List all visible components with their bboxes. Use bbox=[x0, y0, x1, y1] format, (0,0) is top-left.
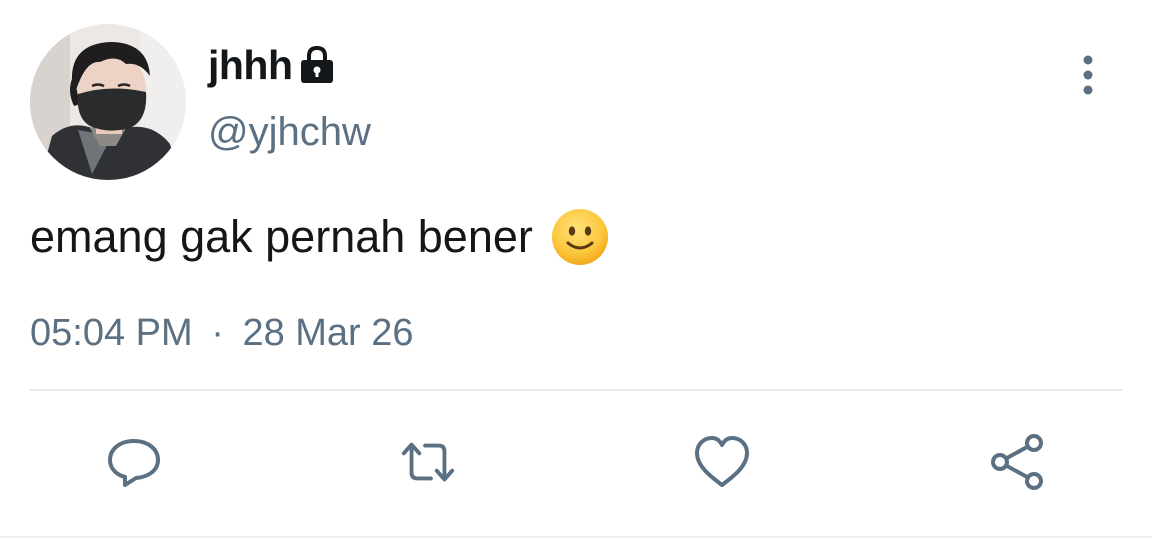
more-vertical-icon bbox=[1083, 55, 1093, 95]
heart-icon bbox=[695, 436, 749, 487]
tweet-time: 05:04 PM bbox=[30, 312, 193, 354]
tweet-date: 28 Mar 26 bbox=[242, 312, 414, 354]
divider bbox=[30, 389, 1122, 391]
slightly-smiling-face-icon bbox=[551, 208, 609, 266]
retweet-button[interactable] bbox=[398, 432, 458, 492]
avatar-photo bbox=[30, 24, 186, 180]
share-icon bbox=[991, 434, 1043, 490]
user-handle[interactable]: @yjhchw bbox=[208, 110, 371, 155]
tweet-timestamp[interactable]: 05:04 PM · 28 Mar 26 bbox=[30, 312, 414, 355]
bottom-divider bbox=[0, 536, 1152, 538]
tweet-card: jhhh @yjhchw emang gak pernah bener 05:0… bbox=[0, 0, 1152, 555]
reply-icon bbox=[108, 439, 160, 487]
more-options-button[interactable] bbox=[1068, 52, 1108, 98]
lock-icon bbox=[299, 45, 335, 85]
tweet-text: emang gak pernah bener bbox=[30, 208, 609, 266]
display-name-row: jhhh bbox=[208, 40, 335, 90]
share-button[interactable] bbox=[988, 432, 1048, 492]
meta-separator: · bbox=[211, 312, 224, 354]
avatar[interactable] bbox=[30, 24, 186, 180]
reply-button[interactable] bbox=[104, 432, 164, 492]
like-button[interactable] bbox=[692, 432, 752, 492]
tweet-text-body: emang gak pernah bener bbox=[30, 211, 533, 262]
retweet-icon bbox=[401, 442, 455, 482]
display-name[interactable]: jhhh bbox=[208, 42, 293, 89]
